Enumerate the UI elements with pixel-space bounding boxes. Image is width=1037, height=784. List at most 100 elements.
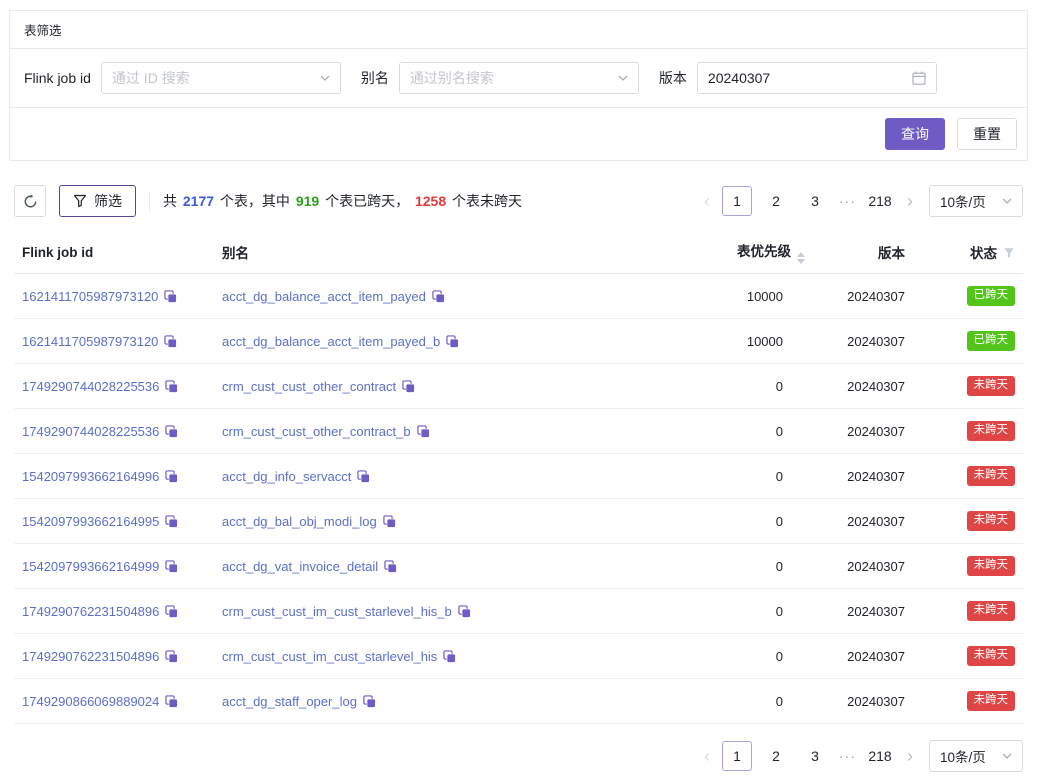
col-priority[interactable]: 表优先级 — [698, 231, 813, 274]
pagination-ellipsis: ··· — [839, 748, 856, 764]
col-status-label: 状态 — [970, 246, 997, 261]
version-date-input[interactable]: 20240307 — [697, 62, 937, 94]
copy-icon[interactable] — [458, 605, 471, 618]
alias-link[interactable]: crm_cust_cust_other_contract_b — [222, 424, 411, 439]
copy-icon[interactable] — [165, 560, 178, 573]
alias-link[interactable]: crm_cust_cust_im_cust_starlevel_his_b — [222, 604, 452, 619]
table-row: 1749290744028225536 crm_cust_cust_other_c… — [14, 364, 1023, 409]
status-cell: 未跨天 — [913, 634, 1023, 679]
copy-icon[interactable] — [165, 515, 178, 528]
version-label: 版本 — [659, 68, 687, 88]
col-status[interactable]: 状态 — [913, 231, 1023, 274]
alias-link[interactable]: acct_dg_vat_invoice_detail — [222, 559, 378, 574]
copy-icon[interactable] — [165, 380, 178, 393]
alias-link[interactable]: acct_dg_staff_oper_log — [222, 694, 357, 709]
job-id-placeholder: 通过 ID 搜索 — [112, 68, 190, 88]
alias-link[interactable]: acct_dg_bal_obj_modi_log — [222, 514, 377, 529]
version-cell: 20240307 — [813, 274, 913, 319]
alias-cell: crm_cust_cust_im_cust_starlevel_his_b — [214, 589, 698, 634]
status-cell: 未跨天 — [913, 544, 1023, 589]
refresh-button[interactable] — [14, 185, 46, 217]
job-id-link[interactable]: 1749290866069889024 — [22, 694, 159, 709]
alias-cell: acct_dg_bal_obj_modi_log — [214, 499, 698, 544]
page-2-button[interactable]: 2 — [761, 186, 791, 216]
job-id-link[interactable]: 1542097993662164995 — [22, 514, 159, 529]
page-3-button[interactable]: 3 — [800, 186, 830, 216]
job-id-cell: 1542097993662164999 — [14, 544, 214, 589]
chevron-down-icon — [320, 75, 330, 82]
copy-icon[interactable] — [432, 290, 445, 303]
bottom-pagination-bar: ‹123···218› 10条/页 — [14, 740, 1023, 772]
copy-icon[interactable] — [357, 470, 370, 483]
page-size-value: 10条/页 — [940, 746, 986, 766]
copy-icon[interactable] — [384, 560, 397, 573]
version-value: 20240307 — [708, 70, 770, 86]
copy-icon[interactable] — [165, 605, 178, 618]
job-id-link[interactable]: 1621411705987973120 — [22, 334, 158, 349]
status-badge: 未跨天 — [967, 556, 1016, 576]
status-badge: 未跨天 — [967, 376, 1016, 396]
alias-cell: acct_dg_balance_acct_item_payed — [214, 274, 698, 319]
copy-icon[interactable] — [165, 695, 178, 708]
reset-button[interactable]: 重置 — [957, 118, 1017, 150]
job-id-cell: 1749290744028225536 — [14, 364, 214, 409]
alias-select[interactable]: 通过别名搜索 — [399, 62, 639, 94]
priority-cell: 0 — [698, 634, 813, 679]
page-1-button[interactable]: 1 — [722, 186, 752, 216]
copy-icon[interactable] — [417, 425, 430, 438]
job-id-link[interactable]: 1542097993662164999 — [22, 559, 159, 574]
next-page-button[interactable]: › — [904, 186, 916, 216]
alias-label: 别名 — [361, 68, 389, 88]
alias-link[interactable]: acct_dg_balance_acct_item_payed_b — [222, 334, 440, 349]
priority-cell: 10000 — [698, 274, 813, 319]
page-size-select[interactable]: 10条/页 — [929, 185, 1023, 217]
copy-icon[interactable] — [443, 650, 456, 663]
job-id-cell: 1749290744028225536 — [14, 409, 214, 454]
copy-icon[interactable] — [383, 515, 396, 528]
alias-cell: acct_dg_balance_acct_item_payed_b — [214, 319, 698, 364]
job-id-link[interactable]: 1749290762231504896 — [22, 604, 159, 619]
job-id-link[interactable]: 1621411705987973120 — [22, 289, 158, 304]
alias-link[interactable]: acct_dg_info_servacct — [222, 469, 351, 484]
alias-link[interactable]: crm_cust_cust_other_contract — [222, 379, 396, 394]
table-toolbar: 筛选 共 2177 个表，其中 919 个表已跨天， 1258 个表未跨天 ‹1… — [14, 185, 1023, 217]
job-id-link[interactable]: 1749290744028225536 — [22, 424, 159, 439]
pagination-ellipsis: ··· — [839, 193, 856, 209]
copy-icon[interactable] — [446, 335, 459, 348]
job-id-select[interactable]: 通过 ID 搜索 — [101, 62, 341, 94]
copy-icon[interactable] — [165, 650, 178, 663]
filter-panel-title: 表筛选 — [10, 11, 1027, 49]
uncrossed-count: 1258 — [415, 193, 446, 209]
prev-page-button[interactable]: ‹ — [701, 186, 713, 216]
job-id-label: Flink job id — [24, 70, 91, 86]
col-job-id: Flink job id — [14, 231, 214, 274]
copy-icon[interactable] — [164, 290, 177, 303]
filter-row: Flink job id 通过 ID 搜索 别名 通过别名搜索 版本 20240… — [10, 49, 1027, 107]
job-id-cell: 1621411705987973120 — [14, 274, 214, 319]
alias-cell: acct_dg_vat_invoice_detail — [214, 544, 698, 589]
filter-toggle-button[interactable]: 筛选 — [59, 185, 136, 217]
table-row: 1749290762231504896 crm_cust_cust_im_cust… — [14, 589, 1023, 634]
job-id-link[interactable]: 1542097993662164996 — [22, 469, 159, 484]
status-cell: 未跨天 — [913, 409, 1023, 454]
job-id-link[interactable]: 1749290744028225536 — [22, 379, 159, 394]
query-button[interactable]: 查询 — [885, 118, 945, 150]
job-id-link[interactable]: 1749290762231504896 — [22, 649, 159, 664]
status-badge: 未跨天 — [967, 466, 1016, 486]
page-size-select[interactable]: 10条/页 — [929, 740, 1023, 772]
alias-cell: crm_cust_cust_im_cust_starlevel_his — [214, 634, 698, 679]
alias-link[interactable]: acct_dg_balance_acct_item_payed — [222, 289, 426, 304]
column-filter-icon[interactable] — [1003, 247, 1015, 259]
alias-link[interactable]: crm_cust_cust_im_cust_starlevel_his — [222, 649, 437, 664]
copy-icon[interactable] — [165, 425, 178, 438]
page-218-button[interactable]: 218 — [865, 186, 895, 216]
alias-cell: crm_cust_cust_other_contract_b — [214, 409, 698, 454]
priority-cell: 0 — [698, 544, 813, 589]
sort-icon[interactable] — [797, 252, 805, 264]
copy-icon[interactable] — [363, 695, 376, 708]
copy-icon[interactable] — [402, 380, 415, 393]
copy-icon[interactable] — [165, 470, 178, 483]
table-body: 1621411705987973120 acct_dg_balance_acct_… — [14, 274, 1023, 724]
copy-icon[interactable] — [164, 335, 177, 348]
priority-cell: 0 — [698, 589, 813, 634]
